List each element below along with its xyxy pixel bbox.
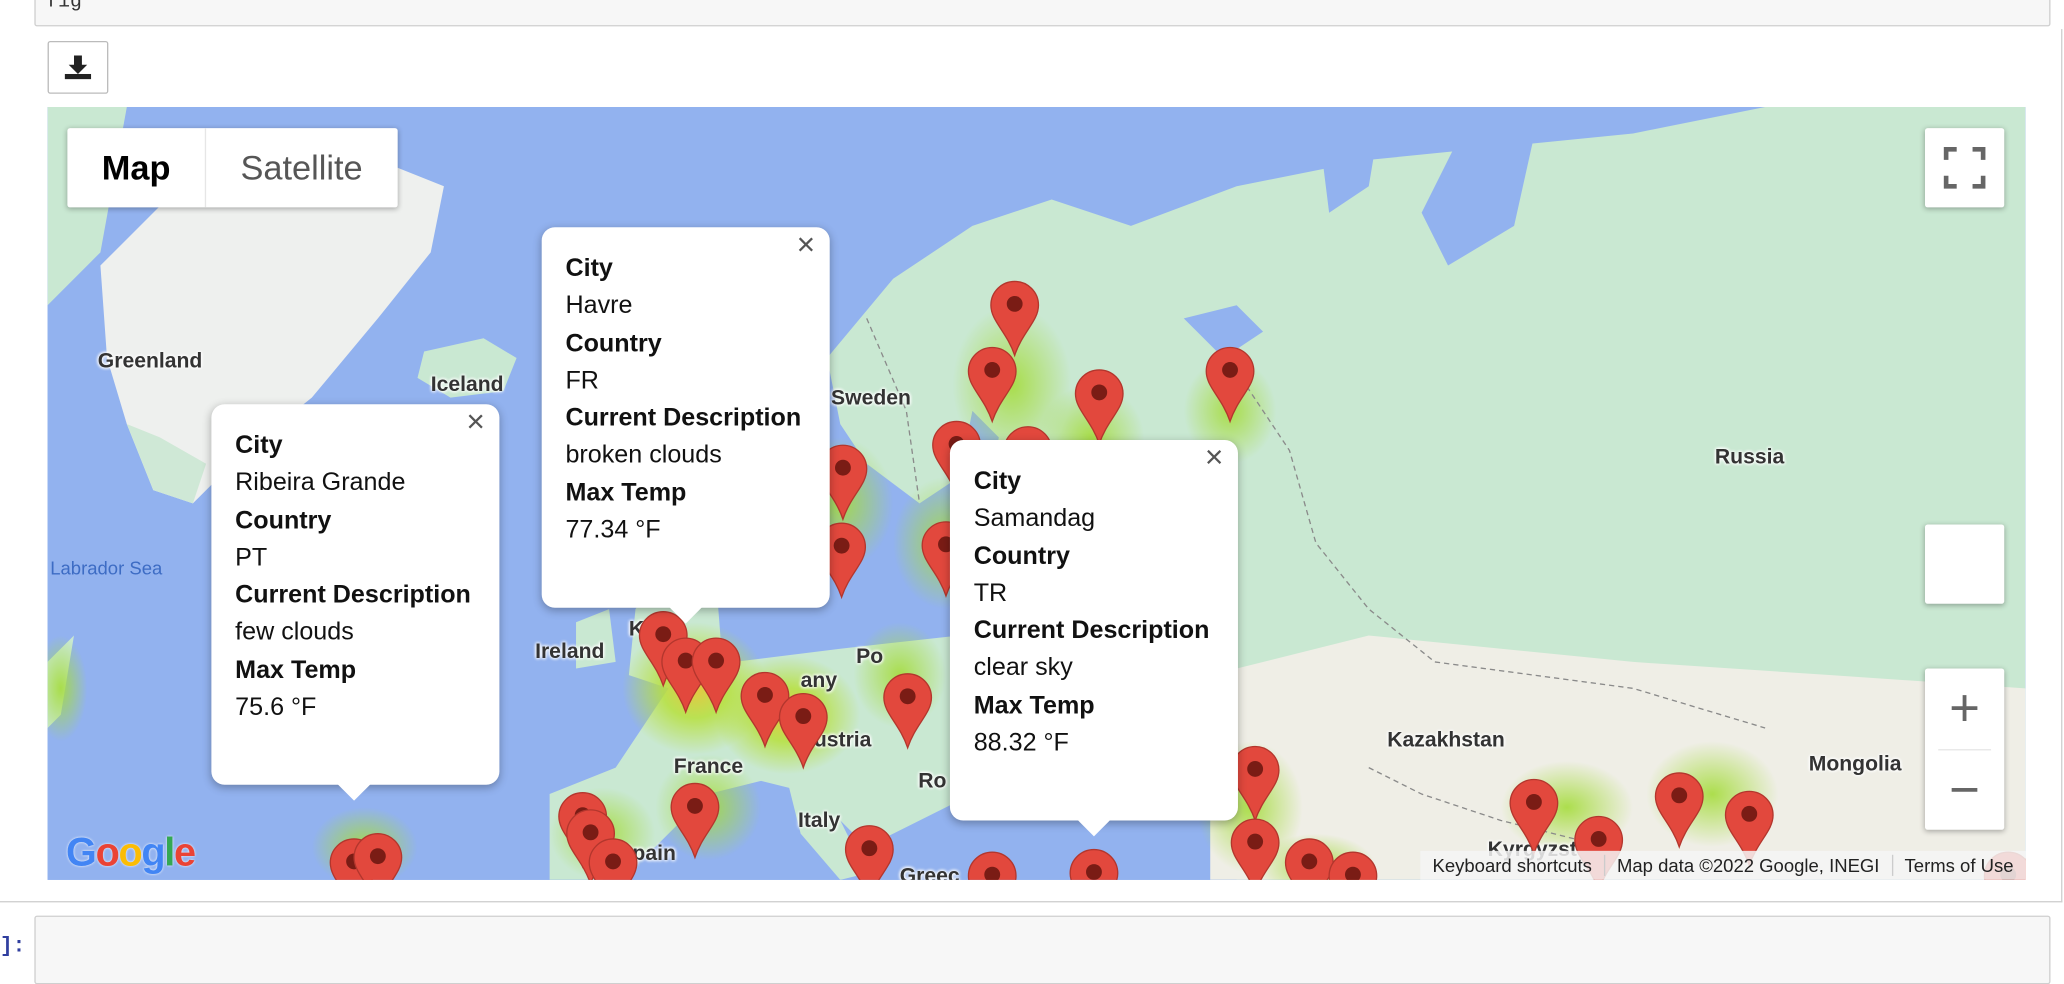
info-temp-key: Max Temp bbox=[565, 479, 687, 508]
zoom-in-button[interactable]: + bbox=[1925, 669, 2004, 748]
map-marker-pin[interactable] bbox=[1326, 850, 1379, 880]
info-city-value: Ribeira Grande bbox=[235, 469, 406, 498]
info-description-value: clear sky bbox=[973, 654, 1073, 683]
label-kazakhstan: Kazakhstan bbox=[1387, 729, 1505, 752]
info-city-value: Samandag bbox=[973, 505, 1096, 533]
map-marker-pin[interactable] bbox=[777, 691, 830, 770]
code-text: fig bbox=[46, 0, 82, 14]
label-ireland: Ireland bbox=[535, 640, 605, 664]
info-country-key: Country bbox=[565, 329, 662, 358]
label-romania: Ro bbox=[918, 770, 947, 793]
map-marker-pin[interactable] bbox=[1507, 777, 1560, 856]
label-russia: Russia bbox=[1714, 446, 1785, 470]
info-temp-value: 77.34 °F bbox=[565, 516, 661, 545]
keyboard-shortcuts-link[interactable]: Keyboard shortcuts bbox=[1421, 854, 1606, 876]
label-greece: Greec bbox=[899, 865, 960, 880]
map-marker-pin[interactable] bbox=[1204, 345, 1257, 424]
info-window: × City Havre Country FR Current Descript… bbox=[541, 227, 830, 624]
map-data-text: Map data ©2022 Google, INEGI bbox=[1605, 854, 1893, 876]
info-description-key: Current Description bbox=[973, 617, 1210, 645]
info-window: × City Samandag Country TR Current Descr… bbox=[949, 439, 1238, 837]
label-iceland: Iceland bbox=[430, 373, 504, 397]
info-description-value: few clouds bbox=[235, 618, 354, 647]
info-city-value: Havre bbox=[565, 292, 633, 321]
label-sweden: Sweden bbox=[831, 387, 911, 410]
map-marker-pin[interactable] bbox=[669, 781, 722, 860]
label-labrador-sea: Labrador Sea bbox=[50, 557, 163, 579]
info-temp-value: 75.6 °F bbox=[235, 693, 317, 722]
map-marker-pin[interactable] bbox=[1073, 367, 1126, 447]
cell-prompt: ]: bbox=[0, 934, 26, 958]
info-country-value: PT bbox=[235, 544, 268, 572]
info-city-key: City bbox=[973, 467, 1022, 496]
map-type-satellite-button[interactable]: Satellite bbox=[206, 128, 397, 207]
map-marker-pin[interactable] bbox=[966, 850, 1019, 880]
info-country-value: FR bbox=[565, 367, 599, 395]
info-description-value: broken clouds bbox=[565, 441, 722, 470]
info-window-tail bbox=[1076, 819, 1112, 837]
label-mongolia: Mongolia bbox=[1808, 753, 1902, 776]
label-greenland: Greenland bbox=[97, 350, 203, 373]
zoom-control: + − bbox=[1924, 668, 2005, 830]
map-marker-pin[interactable] bbox=[1653, 770, 1706, 849]
info-country-key: Country bbox=[973, 542, 1070, 571]
google-logo[interactable]: Google bbox=[66, 831, 196, 876]
map-marker-pin[interactable] bbox=[843, 823, 896, 880]
map-marker-pin[interactable] bbox=[351, 831, 404, 880]
code-cell[interactable]: fig bbox=[34, 0, 2051, 27]
fullscreen-button[interactable] bbox=[1924, 128, 2005, 208]
empty-code-cell[interactable] bbox=[34, 915, 2051, 984]
map-marker-pin[interactable] bbox=[1229, 817, 1282, 880]
label-poland: Po bbox=[856, 646, 884, 669]
zoom-out-button[interactable]: − bbox=[1925, 750, 2004, 829]
terms-of-use-link[interactable]: Terms of Use bbox=[1893, 855, 2026, 876]
map-marker-pin[interactable] bbox=[587, 836, 640, 880]
map-marker-pin[interactable] bbox=[1068, 847, 1121, 880]
map-marker-pin[interactable] bbox=[881, 671, 934, 750]
info-country-value: TR bbox=[973, 579, 1008, 608]
label-italy: Italy bbox=[798, 809, 841, 833]
map-type-map-button[interactable]: Map bbox=[67, 128, 207, 208]
info-temp-key: Max Temp bbox=[235, 656, 357, 685]
info-city-key: City bbox=[565, 254, 613, 283]
map-type-control: Map Satellite bbox=[67, 128, 398, 208]
info-description-key: Current Description bbox=[235, 581, 471, 610]
map-marker-pin[interactable] bbox=[690, 635, 743, 715]
map-marker-pin[interactable] bbox=[966, 345, 1019, 424]
info-window-tail bbox=[668, 606, 703, 624]
info-window-tail bbox=[336, 783, 372, 801]
info-description-key: Current Description bbox=[565, 404, 802, 433]
download-icon bbox=[64, 55, 92, 80]
map-attribution: Keyboard shortcuts Map data ©2022 Google… bbox=[1420, 850, 2026, 880]
info-country-key: Country bbox=[235, 506, 332, 535]
info-window: × City Ribeira Grande Country PT Current… bbox=[211, 404, 500, 801]
fullscreen-icon bbox=[1943, 146, 1986, 189]
label-france: France bbox=[673, 755, 744, 779]
street-view-pegman[interactable] bbox=[1924, 524, 2005, 604]
info-temp-value: 88.32 °F bbox=[973, 729, 1069, 758]
info-city-key: City bbox=[235, 432, 283, 460]
download-button[interactable] bbox=[47, 40, 109, 94]
map-widget[interactable]: Greenland Iceland Labrador Sea Sweden Ru… bbox=[47, 107, 2026, 880]
info-temp-key: Max Temp bbox=[973, 692, 1095, 720]
